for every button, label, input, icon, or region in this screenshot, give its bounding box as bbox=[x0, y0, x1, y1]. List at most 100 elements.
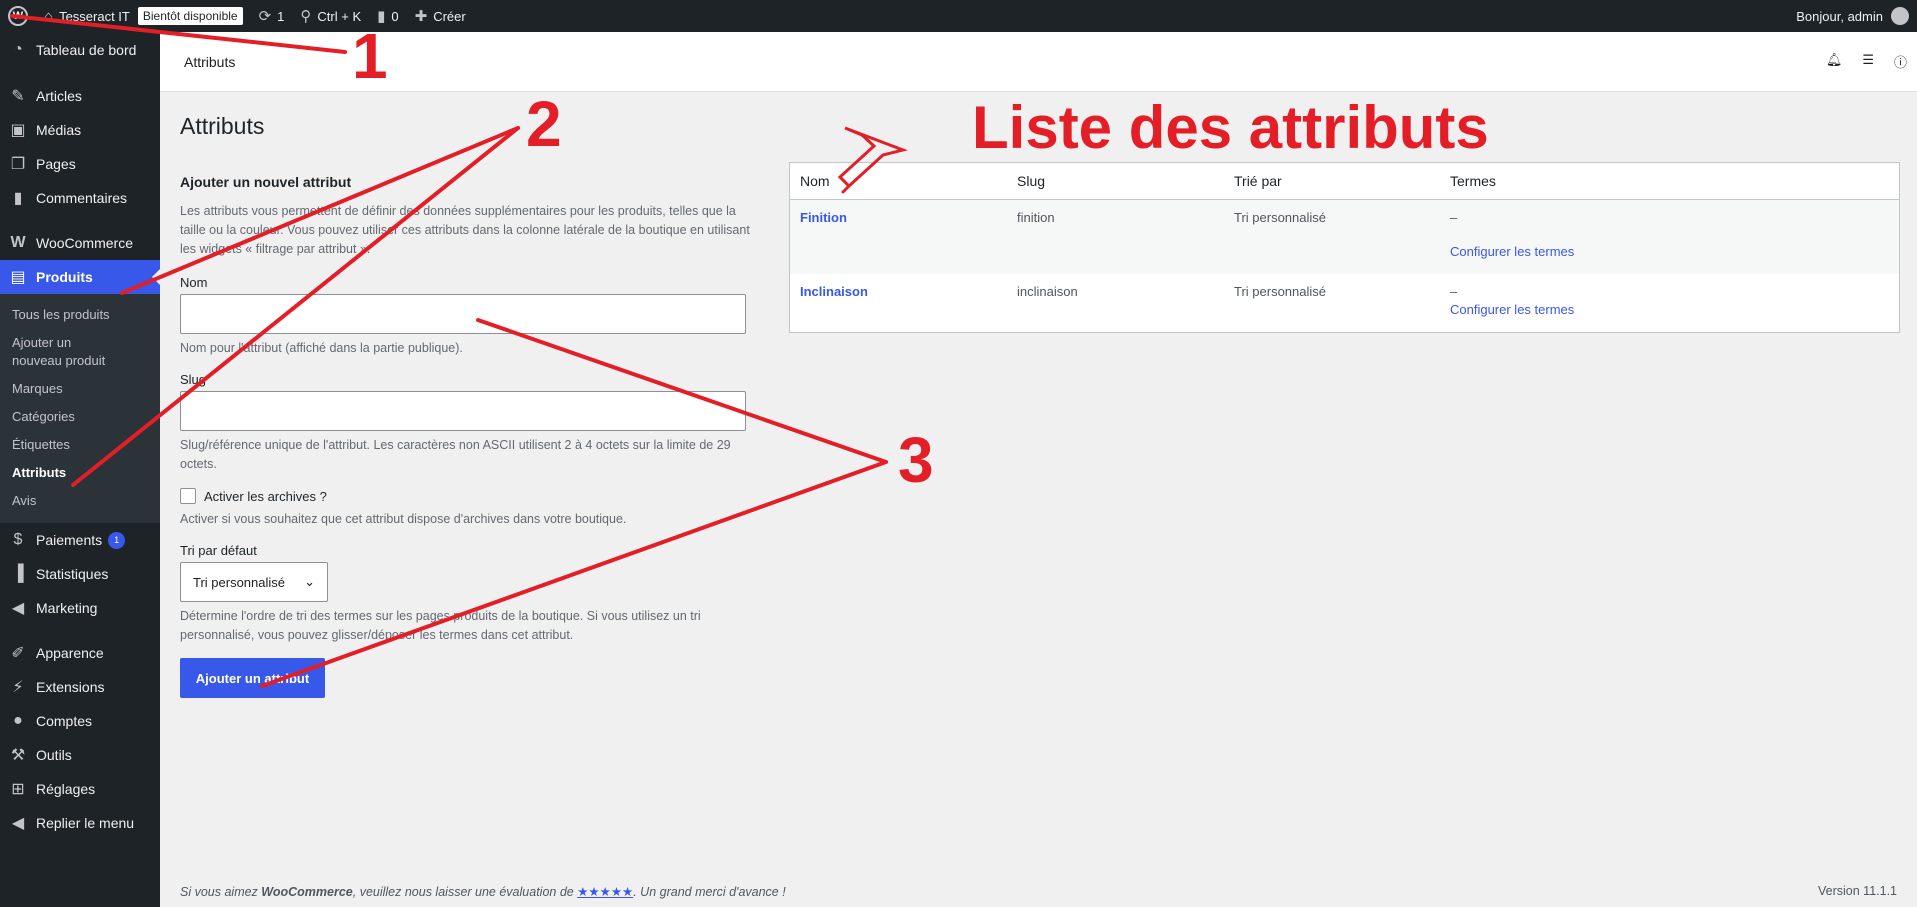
submenu-reviews[interactable]: Avis bbox=[0, 487, 160, 515]
brush-icon: ✐ bbox=[11, 645, 25, 662]
submenu-brands[interactable]: Marques bbox=[0, 375, 160, 403]
menu-extensions[interactable]: ⚡ Extensions bbox=[0, 670, 160, 704]
home-icon: ⌂ bbox=[44, 7, 54, 25]
wordpress-icon: W bbox=[8, 6, 28, 26]
attribute-name-link[interactable]: Finition bbox=[790, 200, 1007, 274]
submenu-attributes[interactable]: Attributs bbox=[0, 459, 160, 487]
attribute-name-link[interactable]: Inclinaison bbox=[790, 274, 1007, 332]
menu-dashboard[interactable]: ◔ Tableau de bord bbox=[0, 32, 160, 68]
column-header-terms[interactable]: Termes bbox=[1440, 173, 1899, 189]
comment-icon: ▮ bbox=[13, 190, 23, 207]
table-row: Inclinaison inclinaison Tri personnalisé… bbox=[790, 274, 1899, 332]
configure-terms-link[interactable]: Configurer les termes bbox=[1450, 244, 1899, 259]
archives-row: Activer les archives ? bbox=[180, 488, 760, 504]
chevron-down-icon: ⌄ bbox=[304, 574, 315, 589]
site-name-link[interactable]: ⌂ Tesseract IT Bientôt disponible bbox=[36, 0, 251, 32]
submenu-add-new-product[interactable]: Ajouter un nouveau produit bbox=[0, 329, 120, 375]
search-icon: ⚲ bbox=[300, 8, 312, 25]
menu-settings[interactable]: ⊞ Réglages bbox=[0, 772, 160, 806]
sort-help: Détermine l'ordre de tri des termes sur … bbox=[180, 609, 701, 642]
create-new-link[interactable]: ✚ Créer bbox=[407, 0, 474, 32]
sort-select[interactable]: Tri personnalisé ⌄ bbox=[180, 562, 328, 602]
name-input[interactable] bbox=[180, 294, 746, 334]
pin-icon: ✎ bbox=[11, 88, 25, 105]
configure-terms-link[interactable]: Configurer les termes bbox=[1450, 302, 1899, 317]
notifications-icon[interactable]: 🔔︎ bbox=[1826, 52, 1843, 71]
menu-appearance[interactable]: ✐ Apparence bbox=[0, 636, 160, 670]
updates-link[interactable]: ⟳ 1 bbox=[251, 0, 293, 32]
payments-count-badge: 1 bbox=[108, 531, 126, 549]
menu-products[interactable]: ▤ Produits bbox=[0, 260, 160, 294]
slug-input[interactable] bbox=[180, 391, 746, 431]
footer-rating-text: Si vous aimez WooCommerce, veuillez nous… bbox=[180, 884, 786, 899]
collapse-icon: ◀ bbox=[11, 815, 25, 832]
attribute-slug: finition bbox=[1017, 210, 1055, 225]
slug-help: Slug/référence unique de l'attribut. Les… bbox=[180, 438, 731, 471]
footer-text: . Un grand merci d'avance ! bbox=[633, 885, 786, 899]
archives-help: Activer si vous souhaitez que cet attrib… bbox=[180, 512, 627, 526]
admin-sidebar: ◔ Tableau de bord ✎ Articles ▣ Médias ❐ … bbox=[0, 32, 160, 907]
products-submenu: Tous les produits Ajouter un nouveau pro… bbox=[0, 294, 160, 523]
name-label: Nom bbox=[180, 275, 208, 290]
menu-tools[interactable]: ⚒ Outils bbox=[0, 738, 160, 772]
version-text: Version 11.1.1 bbox=[1818, 884, 1897, 898]
user-icon: ● bbox=[13, 712, 23, 729]
attribute-terms: – bbox=[1450, 284, 1458, 299]
menu-label: Médias bbox=[36, 122, 82, 138]
updates-count: 1 bbox=[277, 8, 285, 24]
settings-icon: ⊞ bbox=[11, 781, 25, 798]
submenu-all-products[interactable]: Tous les produits bbox=[0, 301, 160, 329]
account-menu[interactable]: Bonjour, admin bbox=[1796, 7, 1917, 25]
bar-chart-icon: ▐ bbox=[12, 565, 24, 582]
archives-checkbox[interactable] bbox=[180, 488, 196, 504]
activity-icon[interactable]: ☰ bbox=[1862, 52, 1874, 71]
menu-marketing[interactable]: ◀ Marketing bbox=[0, 591, 160, 625]
rating-stars-link[interactable]: ★★★★★ bbox=[577, 885, 633, 899]
menu-label: Comptes bbox=[36, 713, 93, 729]
menu-medias[interactable]: ▣ Médias bbox=[0, 113, 160, 147]
menu-woocommerce[interactable]: W WooCommerce bbox=[0, 226, 160, 260]
submenu-categories[interactable]: Catégories bbox=[0, 403, 160, 431]
menu-payments[interactable]: $ Paiements 1 bbox=[0, 523, 160, 557]
help-icon[interactable]: ⓘ bbox=[1894, 52, 1907, 71]
submenu-tags[interactable]: Étiquettes bbox=[0, 431, 160, 459]
page-title: Attributs bbox=[180, 113, 265, 139]
coming-soon-badge: Bientôt disponible bbox=[137, 7, 243, 25]
menu-accounts[interactable]: ● Comptes bbox=[0, 704, 160, 738]
column-header-slug[interactable]: Slug bbox=[1007, 173, 1224, 189]
wordpress-logo-button[interactable]: W bbox=[0, 0, 36, 32]
footer-brand: WooCommerce bbox=[261, 885, 353, 899]
add-attribute-form: Ajouter un nouvel attribut Les attributs… bbox=[180, 174, 760, 698]
archive-icon: ▤ bbox=[10, 269, 26, 286]
column-header-name[interactable]: Nom bbox=[790, 173, 1007, 189]
menu-articles[interactable]: ✎ Articles bbox=[0, 79, 160, 113]
attribute-sort: Tri personnalisé bbox=[1234, 210, 1327, 225]
menu-label: Statistiques bbox=[36, 566, 109, 582]
menu-label: Outils bbox=[36, 747, 72, 763]
name-help: Nom pour l'attribut (affiché dans la par… bbox=[180, 341, 463, 355]
attribute-sort: Tri personnalisé bbox=[1234, 284, 1327, 299]
admin-footer: Si vous aimez WooCommerce, veuillez nous… bbox=[180, 884, 1897, 899]
header-title: Attributs bbox=[184, 53, 236, 70]
media-icon: ▣ bbox=[10, 122, 26, 139]
annotation-label-3: 3 bbox=[898, 424, 934, 496]
menu-comments[interactable]: ▮ Commentaires bbox=[0, 181, 160, 215]
plugin-icon: ⚡ bbox=[12, 679, 24, 696]
menu-pages[interactable]: ❐ Pages bbox=[0, 147, 160, 181]
add-attribute-button[interactable]: Ajouter un attribut bbox=[180, 658, 325, 698]
form-heading: Ajouter un nouvel attribut bbox=[180, 174, 352, 190]
menu-label: Tableau de bord bbox=[36, 42, 137, 58]
menu-label: Apparence bbox=[36, 645, 104, 661]
menu-label: Commentaires bbox=[36, 190, 128, 206]
menu-label: Marketing bbox=[36, 600, 98, 616]
avatar bbox=[1891, 7, 1909, 25]
menu-label: Paiements bbox=[36, 532, 103, 548]
menu-statistics[interactable]: ▐ Statistiques bbox=[0, 557, 160, 591]
woocommerce-icon: W bbox=[10, 234, 26, 251]
column-header-sort[interactable]: Trié par bbox=[1224, 173, 1440, 189]
collapse-menu-button[interactable]: ◀ Replier le menu bbox=[0, 806, 160, 840]
dashboard-icon: ◔ bbox=[13, 41, 23, 58]
megaphone-icon: ◀ bbox=[11, 600, 25, 617]
page-header: Attributs 🔔︎ ☰ ⓘ bbox=[160, 32, 1917, 92]
annotation-title: Liste des attributs bbox=[972, 94, 1489, 161]
